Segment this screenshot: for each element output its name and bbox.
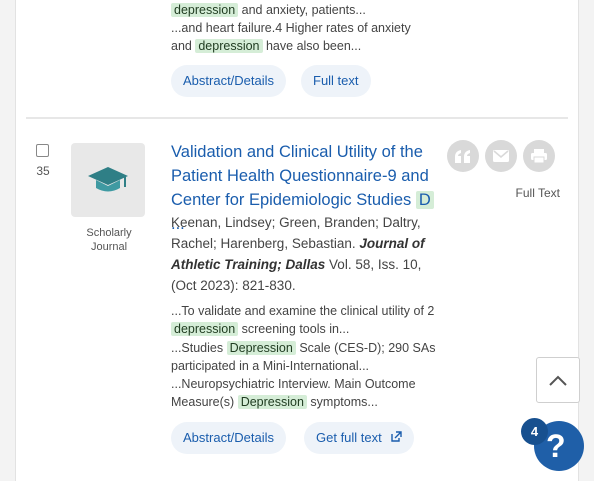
document-type-thumbnail bbox=[71, 143, 145, 217]
highlight-term: depression bbox=[171, 3, 239, 17]
question-icon: ? bbox=[546, 428, 566, 464]
print-icon[interactable] bbox=[523, 140, 555, 172]
highlight-term: Depression bbox=[226, 341, 296, 355]
result-snippet-2: ...Studies Depression Scale (CES-D); 290… bbox=[171, 341, 436, 373]
prev-snippet-3: and depression have also been... bbox=[171, 39, 362, 53]
quote-icon[interactable] bbox=[447, 140, 479, 172]
result-snippet-3: ...Neuropsychiatric Interview. Main Outc… bbox=[171, 377, 416, 409]
result-snippet-1: ...To validate and examine the clinical … bbox=[171, 304, 435, 336]
abstract-details-button[interactable]: Abstract/Details bbox=[171, 422, 287, 454]
external-link-icon bbox=[391, 423, 403, 455]
get-full-text-button[interactable]: Get full text bbox=[304, 422, 415, 455]
highlight-term: depression bbox=[195, 39, 263, 53]
chevron-up-icon bbox=[549, 375, 567, 386]
document-type-label: Scholarly Journal bbox=[86, 227, 132, 253]
result-divider bbox=[26, 117, 568, 119]
notification-badge: 4 bbox=[521, 418, 548, 445]
title-highlight: D bbox=[415, 191, 434, 209]
full-text-button[interactable]: Full text bbox=[301, 65, 371, 97]
result-citation: Keenan, Lindsey; Green, Branden; Daltry,… bbox=[171, 212, 441, 296]
result-number: 35 bbox=[36, 164, 50, 178]
prev-snippet-2: ...and heart failure.4 Higher rates of a… bbox=[171, 21, 411, 35]
graduation-cap-icon bbox=[88, 167, 128, 192]
scroll-to-top-button[interactable] bbox=[536, 357, 580, 403]
select-result-checkbox[interactable] bbox=[36, 144, 49, 157]
email-icon[interactable] bbox=[485, 140, 517, 172]
full-text-caption: Full Text bbox=[515, 186, 560, 200]
highlight-term: depression bbox=[171, 322, 239, 336]
abstract-details-button[interactable]: Abstract/Details bbox=[171, 65, 287, 97]
prev-snippet-1: depression and anxiety, patients... bbox=[171, 1, 449, 19]
highlight-term: Depression bbox=[237, 395, 307, 409]
